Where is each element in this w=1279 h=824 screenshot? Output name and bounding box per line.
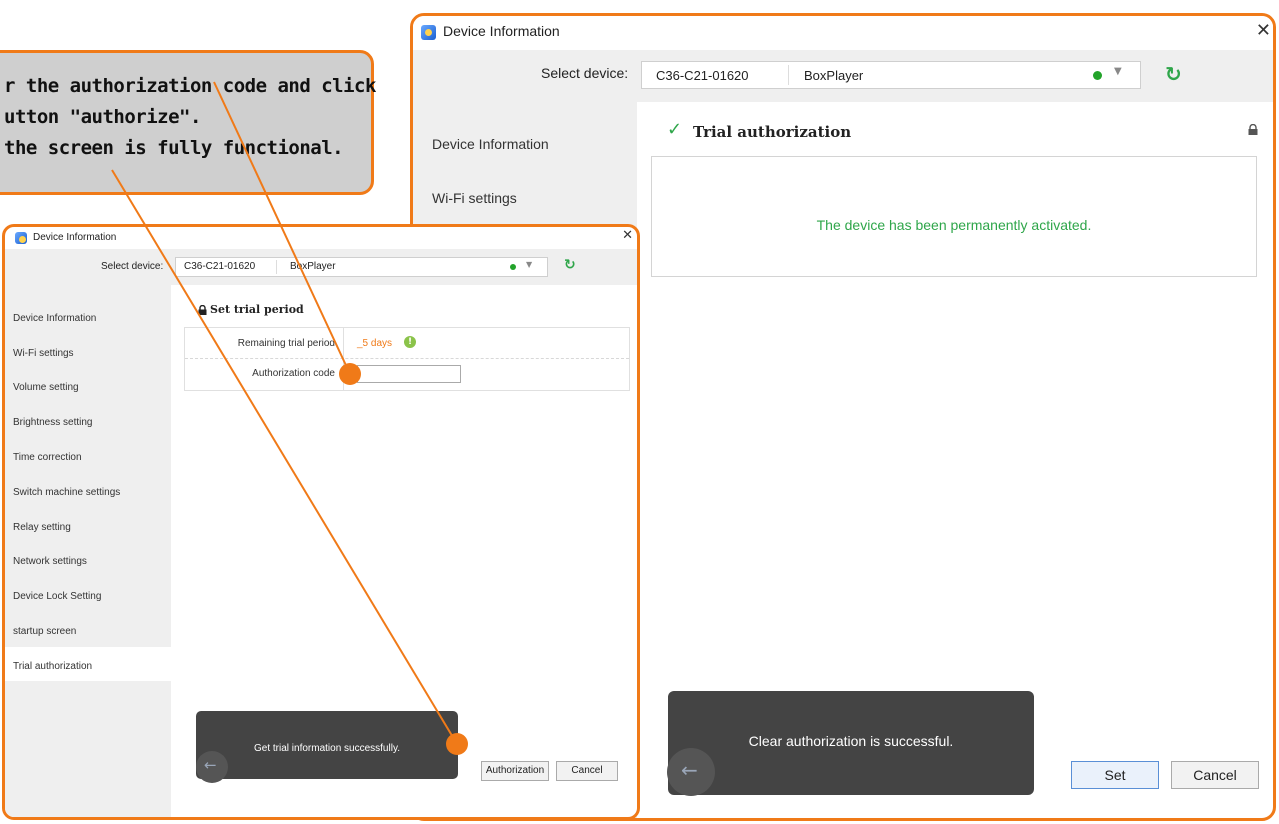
- refresh-icon[interactable]: ↻: [564, 257, 576, 273]
- close-icon[interactable]: ✕: [622, 228, 633, 243]
- sidebar-item-startup-screen[interactable]: startup screen: [13, 626, 76, 637]
- toast-notification: Get trial information successfully.: [196, 711, 458, 779]
- cancel-button[interactable]: Cancel: [556, 761, 618, 781]
- title-bar: Device Information ✕: [413, 16, 1273, 50]
- chevron-down-icon[interactable]: ▼: [526, 260, 532, 269]
- toast-message: Clear authorization is successful.: [748, 733, 954, 749]
- sidebar: Device Information Wi-Fi settings Volume…: [5, 285, 171, 817]
- select-device-label: Select device:: [101, 261, 164, 272]
- instruction-callout: r the authorization code and click utton…: [0, 50, 376, 195]
- section-title: Trial authorization: [693, 123, 852, 141]
- device-id: C36-C21-01620: [656, 68, 749, 83]
- sidebar-item-device-information[interactable]: Device Information: [13, 313, 96, 324]
- sidebar-item-device-information[interactable]: Device Information: [432, 136, 549, 152]
- toast-notification: Clear authorization is successful.: [668, 691, 1034, 795]
- sidebar-item-brightness-setting[interactable]: Brightness setting: [13, 417, 93, 428]
- section-title: Set trial period: [210, 303, 304, 316]
- device-selector-bar: Select device: C36-C21-01620 BoxPlayer ▼…: [5, 249, 637, 285]
- chevron-down-icon[interactable]: ▼: [1114, 66, 1122, 77]
- divider: [788, 65, 789, 85]
- sidebar-item-volume-setting[interactable]: Volume setting: [13, 382, 79, 393]
- device-info-window-small: Device Information ✕ Select device: C36-…: [2, 224, 640, 820]
- arrow-left-icon: ←: [204, 756, 217, 774]
- info-icon[interactable]: !: [404, 336, 416, 348]
- authorization-code-label: Authorization code: [252, 368, 335, 379]
- trial-settings-table: Remaining trial period _5 days ! Authori…: [184, 327, 630, 391]
- close-icon[interactable]: ✕: [1256, 20, 1271, 41]
- remaining-trial-value: _5 days: [357, 338, 393, 349]
- authorization-code-input[interactable]: [357, 365, 461, 383]
- divider: [276, 260, 277, 274]
- cancel-button[interactable]: Cancel: [1171, 761, 1259, 789]
- app-icon: [15, 232, 27, 244]
- authorization-button[interactable]: Authorization: [481, 761, 549, 781]
- sidebar-item-relay-setting[interactable]: Relay setting: [13, 522, 71, 533]
- lock-icon: [1248, 124, 1258, 135]
- lock-icon: [198, 305, 207, 315]
- device-select[interactable]: C36-C21-01620 BoxPlayer ▼: [641, 61, 1141, 89]
- toast-message: Get trial information successfully.: [254, 743, 400, 754]
- device-id: C36-C21-01620: [184, 261, 256, 272]
- callout-line-2: utton "authorize".: [4, 106, 201, 128]
- app-icon: [421, 25, 436, 40]
- sidebar-item-time-correction[interactable]: Time correction: [13, 452, 82, 463]
- arrow-left-icon: ←: [681, 758, 698, 782]
- window-title: Device Information: [33, 232, 117, 243]
- sidebar-item-switch-machine-settings[interactable]: Switch machine settings: [13, 487, 120, 498]
- device-name: BoxPlayer: [290, 261, 336, 272]
- device-name: BoxPlayer: [804, 68, 864, 83]
- divider: [185, 358, 629, 360]
- sidebar-item-wifi-settings[interactable]: Wi-Fi settings: [432, 190, 517, 206]
- sidebar-item-wifi-settings[interactable]: Wi-Fi settings: [13, 348, 74, 359]
- select-device-label: Select device:: [541, 65, 629, 81]
- sidebar-item-device-lock-setting[interactable]: Device Lock Setting: [13, 591, 101, 602]
- device-select[interactable]: C36-C21-01620 BoxPlayer ▼: [175, 257, 548, 277]
- remaining-trial-label: Remaining trial period: [237, 338, 335, 349]
- callout-line-1: r the authorization code and click: [4, 75, 376, 97]
- callout-line-3: the screen is fully functional.: [4, 137, 344, 159]
- window-title: Device Information: [443, 23, 560, 39]
- sidebar-item-trial-authorization[interactable]: Trial authorization: [13, 661, 92, 672]
- online-status-icon: [510, 264, 516, 270]
- sidebar-item-network-settings[interactable]: Network settings: [13, 556, 87, 567]
- device-selector-bar: Select device: C36-C21-01620 BoxPlayer ▼…: [413, 50, 1273, 102]
- back-button[interactable]: ←: [667, 748, 715, 796]
- set-button[interactable]: Set: [1071, 761, 1159, 789]
- refresh-icon[interactable]: ↻: [1165, 62, 1182, 86]
- activation-message: The device has been permanently activate…: [816, 217, 1092, 233]
- online-status-icon: [1093, 71, 1102, 80]
- check-icon: ✓: [667, 119, 683, 140]
- activation-status-panel: The device has been permanently activate…: [651, 156, 1257, 277]
- back-button[interactable]: ←: [196, 751, 228, 783]
